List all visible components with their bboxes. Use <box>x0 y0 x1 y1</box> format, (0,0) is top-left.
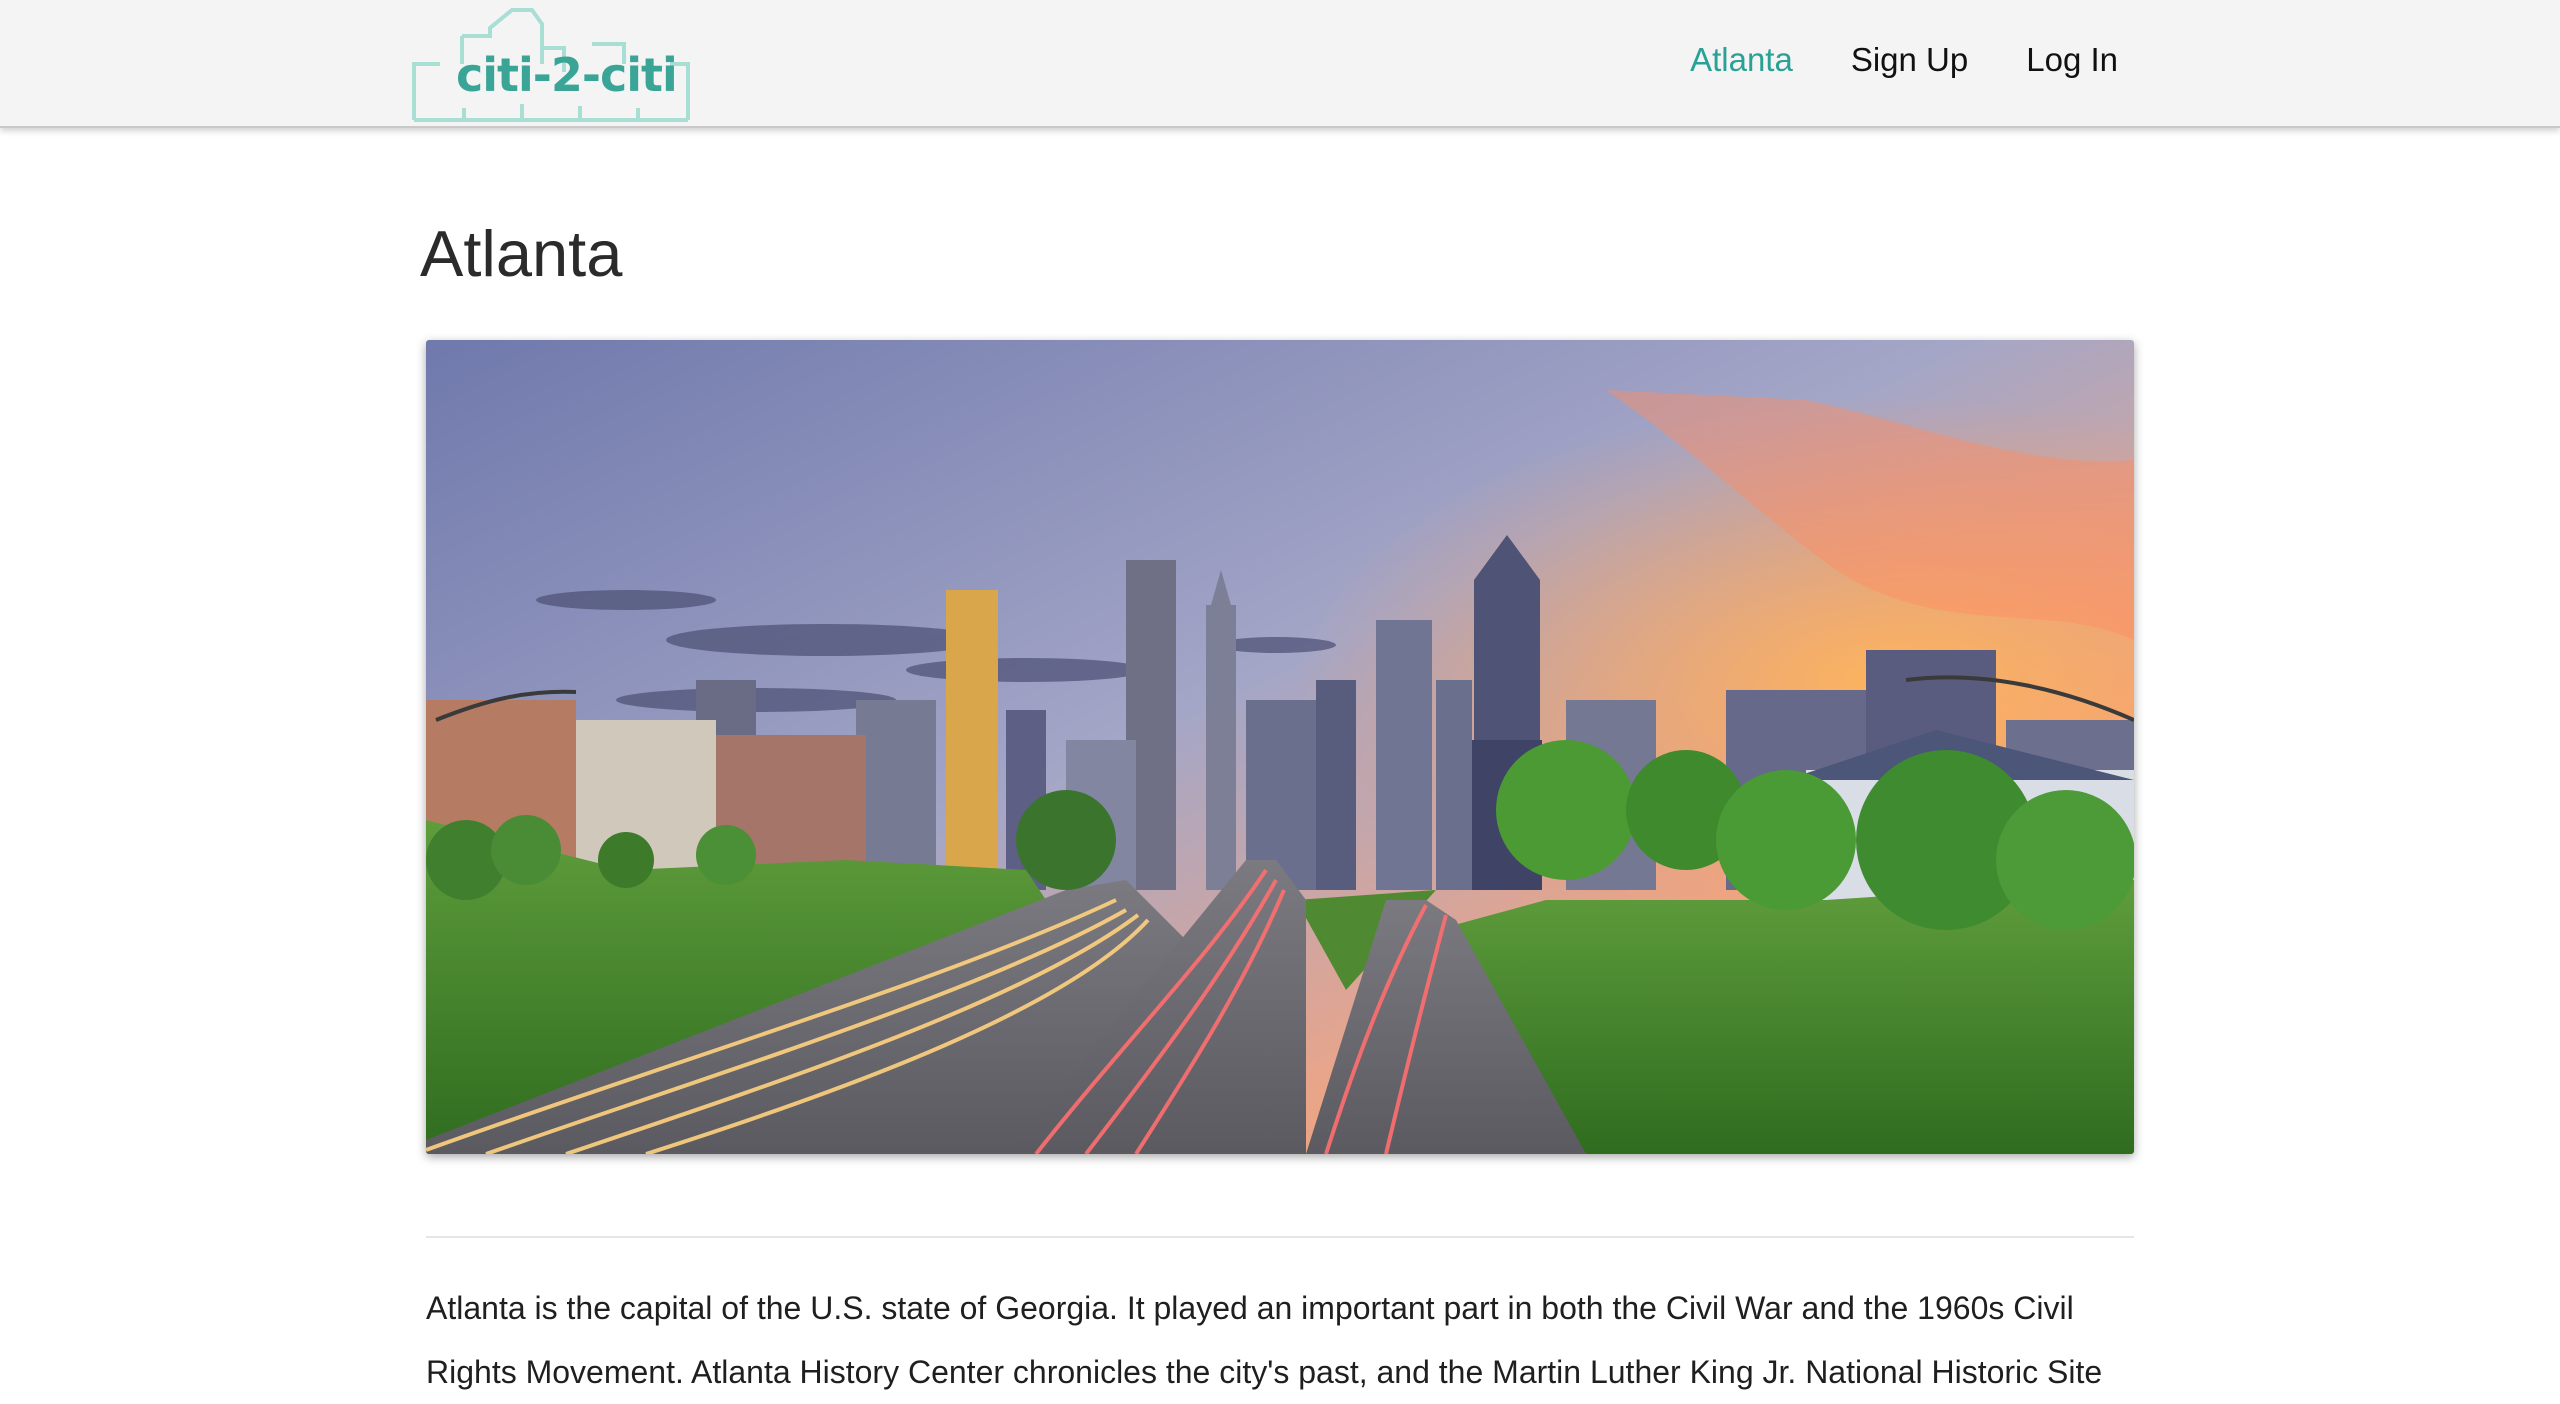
brand-logo[interactable]: citi-2-citi <box>412 8 692 126</box>
top-navbar: citi-2-citi Atlanta Sign Up Log In <box>0 0 2560 128</box>
brand-logo-text: citi-2-citi <box>456 48 678 102</box>
nav-link-sign-up[interactable]: Sign Up <box>1851 41 1968 78</box>
content-divider <box>426 1236 2134 1238</box>
nav-link-atlanta[interactable]: Atlanta <box>1690 41 1793 78</box>
atlanta-skyline-highway-photo-icon <box>426 340 2134 1154</box>
hero-image <box>426 340 2134 1154</box>
nav-link-log-in[interactable]: Log In <box>2026 41 2118 78</box>
main-nav: Atlanta Sign Up Log In <box>1690 41 2118 78</box>
city-description: Atlanta is the capital of the U.S. state… <box>426 1290 2103 1390</box>
page-title: Atlanta <box>420 217 623 290</box>
